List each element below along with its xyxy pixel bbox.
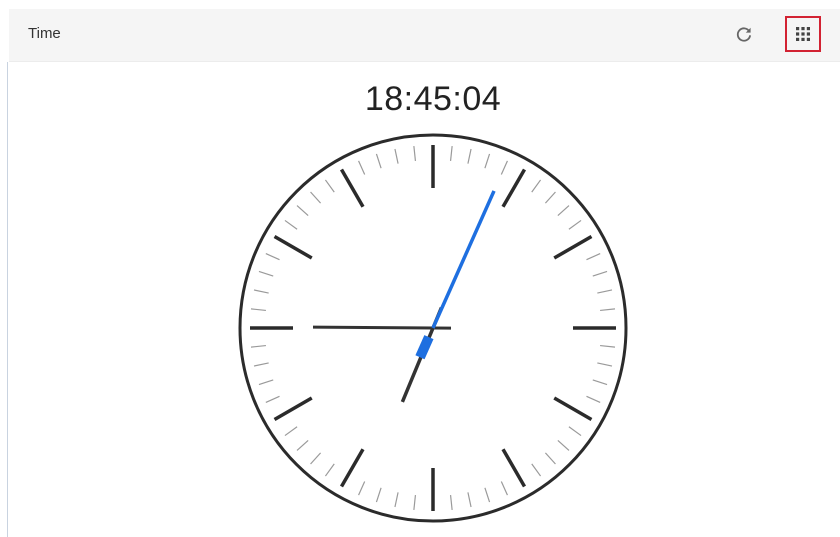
digital-time: 18:45:04 [364, 80, 502, 118]
refresh-button[interactable] [731, 22, 757, 48]
apps-grid-button[interactable] [785, 16, 821, 52]
analog-clock [238, 133, 628, 523]
widget-header: Time [9, 9, 840, 62]
widget-title: Time [28, 25, 61, 42]
apps-grid-icon [796, 27, 810, 41]
time-widget: Time 18:45:04 [0, 0, 840, 537]
minute-hand [312, 325, 452, 330]
panel-border [7, 62, 8, 537]
refresh-icon [736, 27, 751, 42]
